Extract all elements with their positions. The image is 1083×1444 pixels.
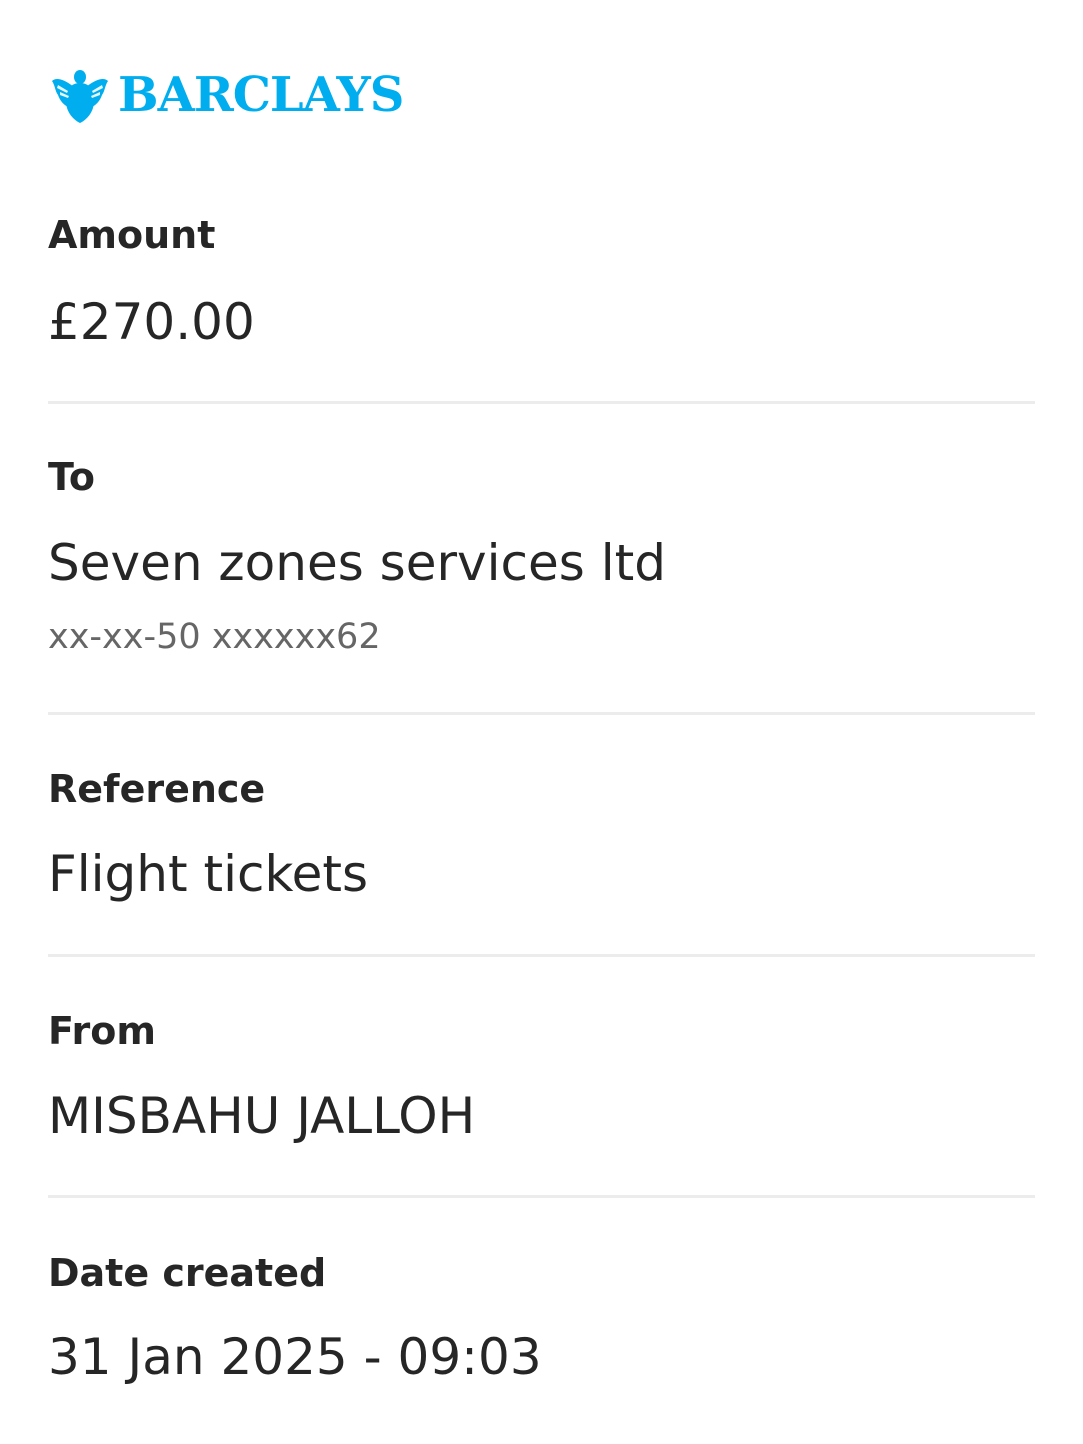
divider <box>48 712 1035 715</box>
from-label: From <box>48 1009 156 1053</box>
brand-name: BARCLAYS <box>118 67 404 123</box>
recipient-name: Seven zones services ltd <box>48 534 666 592</box>
sender-name: MISBAHU JALLOH <box>48 1087 476 1145</box>
reference-label: Reference <box>48 767 266 811</box>
recipient-account: xx-xx-50 xxxxxx62 <box>48 617 381 657</box>
divider <box>48 401 1035 404</box>
divider <box>48 954 1035 957</box>
amount-value: £270.00 <box>48 293 255 351</box>
date-created-label: Date created <box>48 1251 327 1295</box>
barclays-logo: BARCLAYS <box>52 64 404 126</box>
divider <box>48 1195 1035 1198</box>
amount-section: Amount £270.00 <box>48 212 1035 362</box>
reference-section: Reference Flight tickets <box>48 766 1035 916</box>
reference-value: Flight tickets <box>48 845 369 903</box>
to-label: To <box>48 455 95 499</box>
date-section: Date created 31 Jan 2025 - 09:03 <box>48 1250 1035 1400</box>
sender-section: From MISBAHU JALLOH <box>48 1008 1035 1158</box>
recipient-section: To Seven zones services ltd xx-xx-50 xxx… <box>48 454 1035 674</box>
date-created-value: 31 Jan 2025 - 09:03 <box>48 1328 542 1386</box>
eagle-icon <box>52 70 108 123</box>
amount-label: Amount <box>48 213 216 257</box>
